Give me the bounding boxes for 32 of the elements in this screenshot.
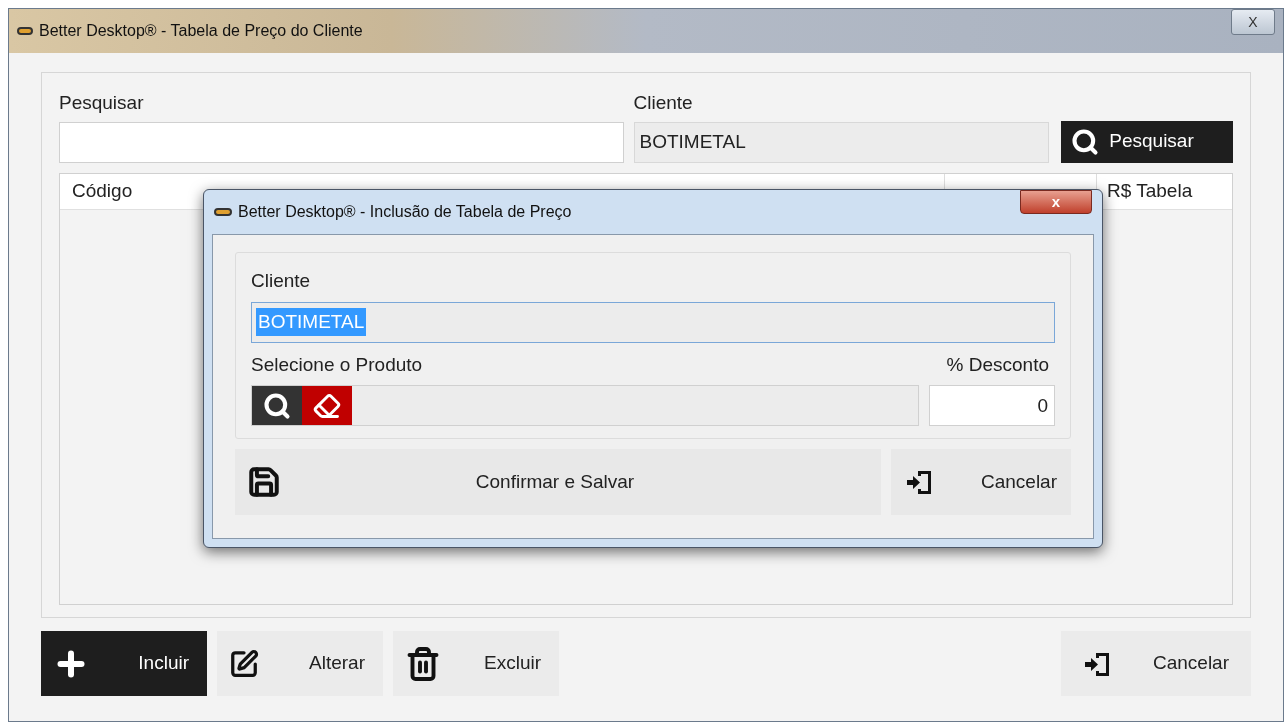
action-button[interactable]: Excluir: [393, 631, 559, 696]
action-button[interactable]: Incluir: [41, 631, 207, 696]
search-button[interactable]: Pesquisar: [1061, 120, 1233, 163]
clear-button[interactable]: [302, 386, 352, 425]
field-label: % Desconto: [946, 352, 1049, 377]
close-button[interactable]: X: [1231, 9, 1275, 35]
app-logo-icon: [214, 208, 232, 216]
field-label: Selecione o Produto: [251, 352, 423, 377]
edit-icon: [229, 648, 259, 679]
trash-icon: [405, 645, 441, 682]
field-label: Pesquisar: [59, 91, 145, 115]
action-button[interactable]: Alterar: [217, 631, 383, 696]
client-field[interactable]: BOTIMETAL: [633, 121, 1050, 163]
search-button[interactable]: [252, 386, 302, 425]
column-header: Código: [72, 178, 133, 203]
search-icon: [263, 391, 291, 420]
close-button[interactable]: x: [1020, 190, 1092, 214]
app-logo-icon: [17, 27, 33, 35]
search-field[interactable]: [59, 121, 624, 163]
eraser-icon: [313, 391, 341, 420]
product-field[interactable]: [251, 385, 919, 426]
window-title: Better Desktop® - Tabela de Preço do Cliente: [39, 21, 363, 41]
discount-field[interactable]: 0: [929, 385, 1055, 426]
dialog-title: Better Desktop® - Inclusão de Tabela de Preço: [238, 202, 572, 222]
cancel-button[interactable]: Cancelar: [891, 449, 1071, 515]
cancel-button[interactable]: Cancelar: [1061, 631, 1251, 696]
column-header: R$ Tabela: [1107, 178, 1193, 203]
search-icon: [1071, 127, 1100, 156]
confirm-save-button[interactable]: Confirmar e Salvar: [235, 449, 881, 515]
field-label: Cliente: [251, 269, 312, 293]
field-label: Cliente: [633, 91, 694, 115]
client-value: BOTIMETAL: [256, 307, 367, 337]
